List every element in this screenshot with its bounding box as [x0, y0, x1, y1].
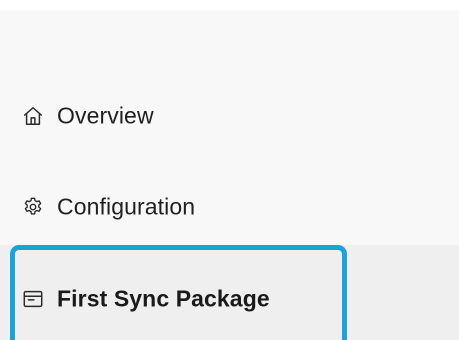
nav-item-first-sync-package[interactable]: First Sync Package	[0, 245, 459, 340]
gear-icon	[22, 196, 44, 218]
nav-item-first-sync-package-label: First Sync Package	[57, 285, 270, 312]
nav-item-configuration[interactable]: Configuration	[0, 179, 459, 235]
nav-item-overview[interactable]: Overview	[0, 88, 459, 144]
home-icon	[22, 105, 44, 127]
package-icon	[22, 288, 44, 310]
nav-item-overview-label: Overview	[57, 102, 154, 129]
navigation-sidebar: Overview Configuration First Sync Packag…	[0, 0, 459, 340]
nav-item-configuration-label: Configuration	[57, 193, 196, 220]
